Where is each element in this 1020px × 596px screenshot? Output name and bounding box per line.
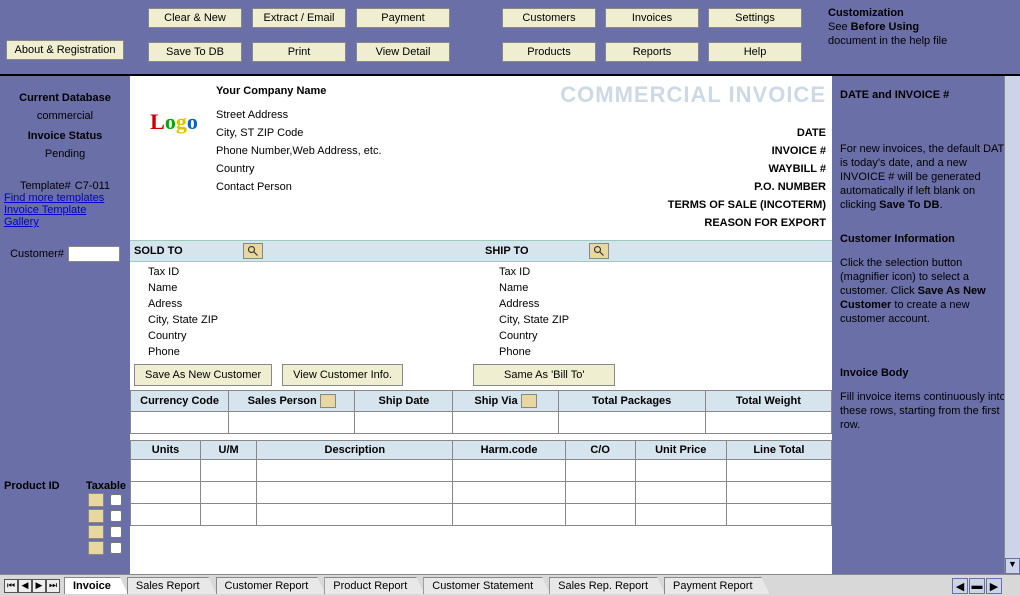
line-items-grid: Units U/M Description Harm.code C/O Unit… bbox=[130, 440, 832, 526]
product-id-header: Product ID bbox=[4, 480, 86, 492]
magnifier-icon[interactable] bbox=[521, 394, 537, 408]
hscroll-thumb[interactable]: ▬ bbox=[969, 578, 985, 594]
settings-button[interactable]: Settings bbox=[708, 8, 802, 28]
hscroll-right-icon[interactable]: ▶ bbox=[986, 578, 1002, 594]
shipping-info-grid: Currency Code Sales Person Ship Date Shi… bbox=[130, 390, 832, 434]
template-label: Template# bbox=[20, 180, 71, 192]
invoice-title: COMMERCIAL INVOICE bbox=[560, 82, 826, 108]
company-info: Your Company Name Street Address City, S… bbox=[216, 82, 382, 232]
help-date-invoice-header: DATE and INVOICE # bbox=[840, 88, 1012, 102]
tab-product-report[interactable]: Product Report bbox=[324, 577, 424, 594]
horizontal-scroll: ◀ ▬ ▶ bbox=[952, 578, 1002, 594]
magnifier-icon[interactable] bbox=[88, 541, 104, 555]
tab-navigation: ⏮ ◀ ▶ ⏭ bbox=[4, 579, 60, 593]
magnifier-icon[interactable] bbox=[589, 243, 609, 259]
gallery-link[interactable]: Gallery bbox=[4, 216, 126, 228]
magnifier-icon[interactable] bbox=[88, 493, 104, 507]
extract-email-button[interactable]: Extract / Email bbox=[252, 8, 346, 28]
save-as-new-customer-button[interactable]: Save As New Customer bbox=[134, 364, 272, 386]
ship-to-header: SHIP TO bbox=[481, 240, 832, 262]
find-templates-link[interactable]: Find more templates bbox=[4, 192, 126, 204]
tab-first-icon[interactable]: ⏮ bbox=[4, 579, 18, 593]
hscroll-left-icon[interactable]: ◀ bbox=[952, 578, 968, 594]
help-customer-info-header: Customer Information bbox=[840, 232, 1012, 246]
save-to-db-button[interactable]: Save To DB bbox=[148, 42, 242, 62]
invoice-status-header: Invoice Status bbox=[4, 130, 126, 142]
tab-sales-rep-report[interactable]: Sales Rep. Report bbox=[549, 577, 665, 594]
vertical-scrollbar[interactable]: ▲ ▼ bbox=[1004, 0, 1020, 574]
help-button[interactable]: Help bbox=[708, 42, 802, 62]
tab-next-icon[interactable]: ▶ bbox=[32, 579, 46, 593]
invoice-document: Logo Your Company Name Street Address Ci… bbox=[130, 76, 832, 574]
invoice-status-value: Pending bbox=[4, 148, 126, 160]
company-logo: Logo bbox=[136, 82, 212, 162]
tab-last-icon[interactable]: ⏭ bbox=[46, 579, 60, 593]
sheet-tabs-bar: ⏮ ◀ ▶ ⏭ Invoice Sales Report Customer Re… bbox=[0, 574, 1020, 596]
help-invoice-body-header: Invoice Body bbox=[840, 366, 1012, 380]
tab-prev-icon[interactable]: ◀ bbox=[18, 579, 32, 593]
same-as-bill-to-button[interactable]: Same As 'Bill To' bbox=[473, 364, 615, 386]
magnifier-icon[interactable] bbox=[320, 394, 336, 408]
toolbar: About & Registration Clear & New Extract… bbox=[0, 0, 1020, 76]
magnifier-icon[interactable] bbox=[88, 525, 104, 539]
invoice-template-link[interactable]: Invoice Template bbox=[4, 204, 126, 216]
database-name: commercial bbox=[4, 110, 126, 122]
invoices-button[interactable]: Invoices bbox=[605, 8, 699, 28]
view-detail-button[interactable]: View Detail bbox=[356, 42, 450, 62]
print-button[interactable]: Print bbox=[252, 42, 346, 62]
tab-customer-statement[interactable]: Customer Statement bbox=[423, 577, 550, 594]
product-id-section: Product ID Taxable bbox=[0, 480, 130, 556]
clear-new-button[interactable]: Clear & New bbox=[148, 8, 242, 28]
ship-to-address: Tax ID Name Address City, State ZIP Coun… bbox=[481, 262, 832, 362]
customers-button[interactable]: Customers bbox=[502, 8, 596, 28]
product-row bbox=[0, 492, 130, 508]
product-row bbox=[0, 540, 130, 556]
current-database-header: Current Database bbox=[4, 92, 126, 104]
tab-customer-report[interactable]: Customer Report bbox=[216, 577, 326, 594]
customer-number-label: Customer# bbox=[10, 248, 64, 260]
taxable-checkbox[interactable] bbox=[110, 542, 122, 554]
reports-button[interactable]: Reports bbox=[605, 42, 699, 62]
products-button[interactable]: Products bbox=[502, 42, 596, 62]
about-registration-button[interactable]: About & Registration bbox=[6, 40, 124, 60]
customization-title: Customization bbox=[828, 7, 904, 19]
template-value: C7-011 bbox=[75, 180, 110, 192]
taxable-checkbox[interactable] bbox=[110, 494, 122, 506]
taxable-checkbox[interactable] bbox=[110, 510, 122, 522]
view-customer-info-button[interactable]: View Customer Info. bbox=[282, 364, 403, 386]
taxable-checkbox[interactable] bbox=[110, 526, 122, 538]
tab-sales-report[interactable]: Sales Report bbox=[127, 577, 217, 594]
sold-to-header: SOLD TO bbox=[130, 240, 481, 262]
sold-to-address: Tax ID Name Adress City, State ZIP Count… bbox=[130, 262, 481, 362]
magnifier-icon[interactable] bbox=[243, 243, 263, 259]
product-row bbox=[0, 524, 130, 540]
customer-number-input[interactable] bbox=[68, 246, 120, 262]
right-help-panel: DATE and INVOICE # For new invoices, the… bbox=[832, 76, 1020, 574]
payment-button[interactable]: Payment bbox=[356, 8, 450, 28]
product-row bbox=[0, 508, 130, 524]
tab-invoice[interactable]: Invoice bbox=[64, 577, 128, 594]
taxable-header: Taxable bbox=[86, 480, 126, 492]
scroll-down-icon[interactable]: ▼ bbox=[1005, 558, 1020, 574]
magnifier-icon[interactable] bbox=[88, 509, 104, 523]
tab-payment-report[interactable]: Payment Report bbox=[664, 577, 769, 594]
invoice-meta-labels: DATE INVOICE # WAYBILL # P.O. NUMBER TER… bbox=[560, 124, 826, 232]
customization-help: Customization See Before Using document … bbox=[828, 6, 1008, 48]
